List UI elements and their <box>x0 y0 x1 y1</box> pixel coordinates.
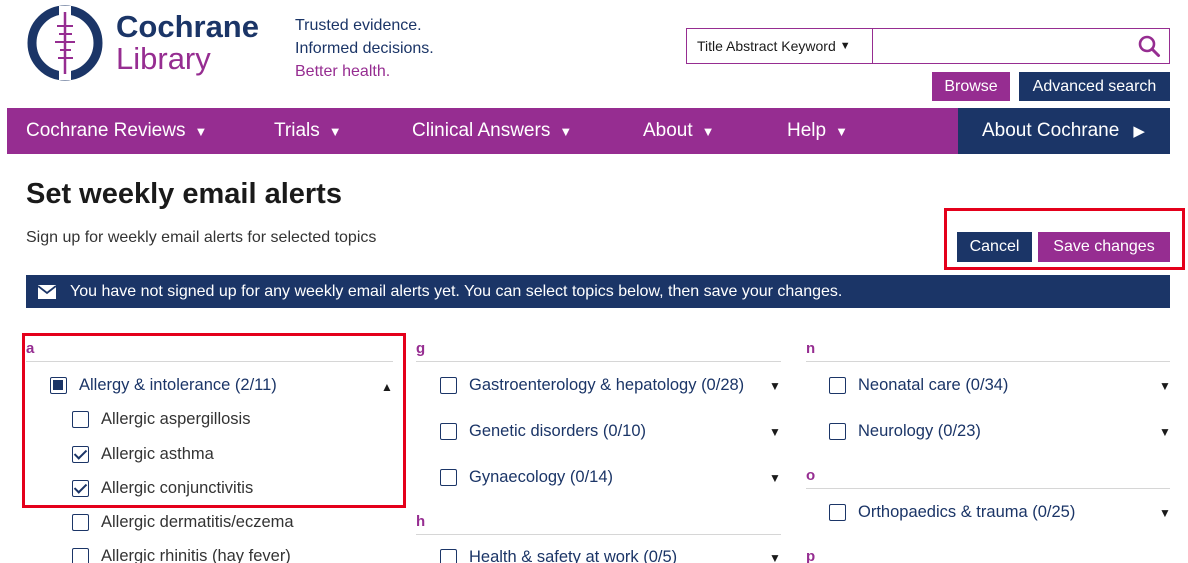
browse-button[interactable]: Browse <box>932 72 1010 101</box>
nav-help-label: Help <box>787 120 827 141</box>
main-nav: Cochrane Reviews ▼ Trials ▼ Clinical Answe… <box>7 108 1170 154</box>
caret-down-icon[interactable]: ▼ <box>769 379 781 393</box>
letter-heading-p: p <box>806 548 1170 563</box>
topic-orthopaedics-trauma[interactable]: Orthopaedics & trauma (0/25) <box>829 503 1075 522</box>
chevron-down-icon: ▼ <box>559 123 573 139</box>
checkbox[interactable] <box>440 377 457 394</box>
checkbox[interactable] <box>440 549 457 563</box>
alert-notice: You have not signed up for any weekly em… <box>26 275 1170 308</box>
tagline: Trusted evidence. Informed decisions. Be… <box>295 14 434 83</box>
cancel-button[interactable]: Cancel <box>957 232 1032 262</box>
topic-label: Neonatal care (0/34) <box>858 376 1009 394</box>
highlight-box-allergy <box>22 333 406 508</box>
topic-label: Neurology (0/23) <box>858 422 981 440</box>
page: Cochrane Library Trusted evidence. Infor… <box>0 0 1188 563</box>
topic-genetic-disorders[interactable]: Genetic disorders (0/10) <box>440 422 646 441</box>
nav-cochrane-reviews[interactable]: Cochrane Reviews ▼ <box>26 108 207 154</box>
letter-heading-o: o <box>806 467 1170 489</box>
subtopic-label: Allergic dermatitis/eczema <box>101 513 294 531</box>
checkbox[interactable] <box>440 469 457 486</box>
logo-wordmark: Cochrane Library <box>116 11 259 75</box>
letter-heading-n: n <box>806 340 1170 362</box>
topic-column-g: g <box>416 340 781 362</box>
subtopic-allergic-dermatitis-eczema[interactable]: Allergic dermatitis/eczema <box>72 513 294 532</box>
caret-down-icon: ▼ <box>839 40 851 52</box>
nav-about-cochrane[interactable]: About Cochrane ▶ <box>958 108 1170 154</box>
nav-cochrane-reviews-label: Cochrane Reviews <box>26 120 186 141</box>
envelope-icon <box>38 284 56 299</box>
checkbox[interactable] <box>72 514 89 531</box>
topic-column-n: n <box>806 340 1170 362</box>
page-title: Set weekly email alerts <box>26 178 342 210</box>
nav-help[interactable]: Help ▼ <box>787 108 848 154</box>
letter-heading-g: g <box>416 340 781 362</box>
caret-down-icon[interactable]: ▼ <box>769 471 781 485</box>
chevron-down-icon: ▼ <box>328 123 342 139</box>
topic-column-p: p <box>806 548 1170 563</box>
topic-label: Orthopaedics & trauma (0/25) <box>858 503 1076 521</box>
checkbox[interactable] <box>440 423 457 440</box>
topic-label: Genetic disorders (0/10) <box>469 422 646 440</box>
alert-notice-text: You have not signed up for any weekly em… <box>70 282 843 300</box>
topic-neurology[interactable]: Neurology (0/23) <box>829 422 981 441</box>
topic-gastroenterology[interactable]: Gastroenterology & hepatology (0/28) <box>440 376 744 395</box>
tagline-3: Better health. <box>295 63 391 80</box>
chevron-down-icon: ▼ <box>835 123 848 139</box>
nav-clinical-answers-label: Clinical Answers <box>412 120 551 141</box>
checkbox[interactable] <box>829 423 846 440</box>
nav-about[interactable]: About ▼ <box>643 108 715 154</box>
caret-down-icon[interactable]: ▼ <box>769 425 781 439</box>
nav-about-cochrane-label: About Cochrane <box>982 120 1120 141</box>
search-bar: Title Abstract Keyword ▼ <box>686 28 1170 64</box>
topic-label: Health & safety at work (0/5) <box>469 548 678 563</box>
tagline-2: Informed decisions. <box>295 40 434 57</box>
search-field-select[interactable]: Title Abstract Keyword ▼ <box>687 29 873 63</box>
cochrane-logo-icon <box>26 4 104 82</box>
caret-down-icon[interactable]: ▼ <box>769 551 781 563</box>
nav-trials-label: Trials <box>274 120 320 141</box>
tagline-1: Trusted evidence. <box>295 17 422 34</box>
search-button[interactable] <box>1129 29 1169 63</box>
checkbox[interactable] <box>829 504 846 521</box>
logo-line2: Library <box>116 41 211 76</box>
subtopic-allergic-rhinitis[interactable]: Allergic rhinitis (hay fever) <box>72 547 291 563</box>
nav-clinical-answers[interactable]: Clinical Answers ▼ <box>412 108 572 154</box>
nav-about-label: About <box>643 120 693 141</box>
topic-label: Gastroenterology & hepatology (0/28) <box>469 376 745 394</box>
caret-down-icon[interactable]: ▼ <box>1159 506 1171 520</box>
topic-label: Gynaecology (0/14) <box>469 468 613 486</box>
caret-down-icon[interactable]: ▼ <box>1159 379 1171 393</box>
search-icon <box>1138 35 1160 57</box>
logo-line1: Cochrane <box>116 9 259 44</box>
checkbox[interactable] <box>829 377 846 394</box>
chevron-down-icon: ▼ <box>701 123 715 139</box>
letter-heading-h: h <box>416 513 781 535</box>
save-changes-button[interactable]: Save changes <box>1038 232 1170 262</box>
search-input[interactable] <box>873 29 1129 63</box>
search-field-select-label: Title Abstract Keyword <box>697 38 836 54</box>
checkbox[interactable] <box>72 548 89 563</box>
topic-health-safety-work[interactable]: Health & safety at work (0/5) <box>440 548 677 563</box>
advanced-search-button[interactable]: Advanced search <box>1019 72 1170 101</box>
topic-column-h: h <box>416 513 781 535</box>
cochrane-library-logo[interactable]: Cochrane Library <box>26 4 259 82</box>
chevron-down-icon: ▼ <box>194 123 208 139</box>
topic-column-o: o <box>806 467 1170 489</box>
arrow-right-icon: ▶ <box>1133 123 1145 140</box>
page-subtitle: Sign up for weekly email alerts for sele… <box>26 229 377 246</box>
topic-neonatal-care[interactable]: Neonatal care (0/34) <box>829 376 1008 395</box>
caret-down-icon[interactable]: ▼ <box>1159 425 1171 439</box>
topic-gynaecology[interactable]: Gynaecology (0/14) <box>440 468 613 487</box>
subtopic-label: Allergic rhinitis (hay fever) <box>101 547 291 563</box>
nav-trials[interactable]: Trials ▼ <box>274 108 342 154</box>
